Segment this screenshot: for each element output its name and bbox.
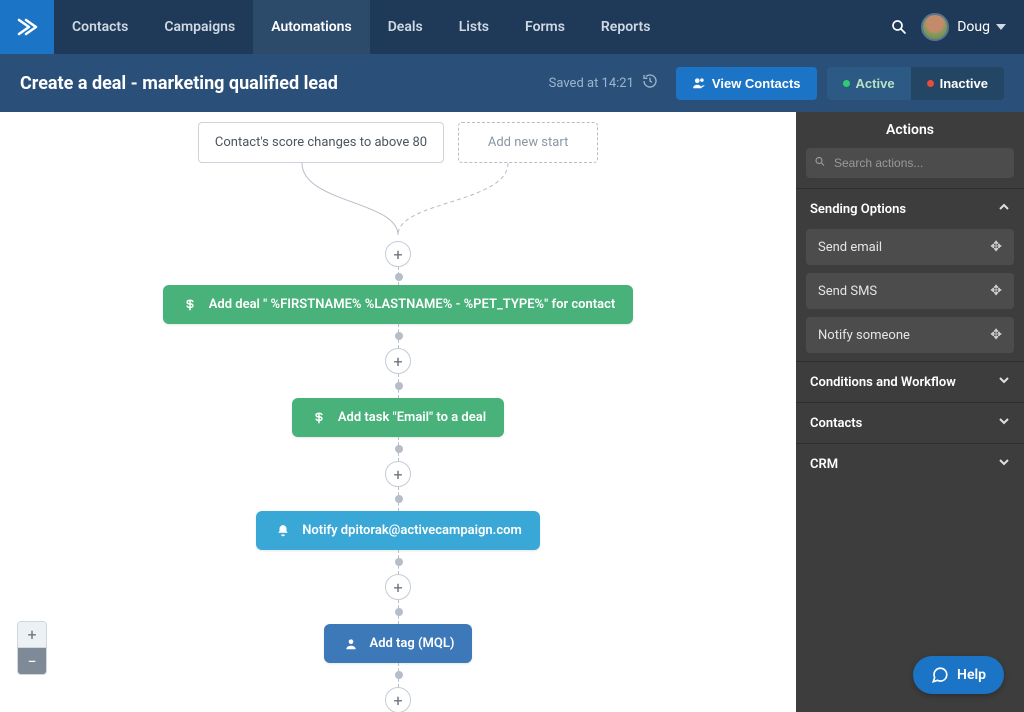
group-header-sending[interactable]: Sending Options	[796, 189, 1024, 229]
sidebar-group-contacts: Contacts	[796, 402, 1024, 443]
main: Contact's score changes to above 80 Add …	[0, 112, 1024, 712]
flow: Contact's score changes to above 80 Add …	[0, 112, 796, 712]
user-name[interactable]: Doug	[957, 19, 990, 35]
sidebar-title: Actions	[796, 112, 1024, 148]
top-nav: Contacts Campaigns Automations Deals Lis…	[0, 0, 1024, 54]
actions-sidebar: Actions Sending Options Send email ✥ Sen…	[796, 112, 1024, 712]
action-label: Send email	[818, 240, 882, 255]
step-add-tag[interactable]: Add tag (MQL)	[324, 624, 473, 663]
step-notify[interactable]: Notify dpitorak@activecampaign.com	[256, 511, 540, 550]
zoom-in-button[interactable]: +	[18, 622, 46, 648]
bell-icon	[274, 524, 292, 538]
add-step-button[interactable]: +	[385, 461, 411, 487]
chevron-down-icon	[998, 415, 1010, 431]
sidebar-group-crm: CRM	[796, 443, 1024, 484]
page-title: Create a deal - marketing qualified lead	[20, 73, 549, 94]
add-step-button[interactable]: +	[385, 241, 411, 267]
view-contacts-label: View Contacts	[712, 76, 801, 91]
chevron-up-icon	[998, 201, 1010, 217]
action-label: Send SMS	[818, 284, 877, 299]
triggers-row: Contact's score changes to above 80 Add …	[198, 122, 598, 163]
zoom-out-button[interactable]: −	[18, 648, 46, 674]
step-label: Add task "Email" to a deal	[338, 410, 486, 425]
sidebar-group-conditions: Conditions and Workflow	[796, 361, 1024, 402]
nav-contacts[interactable]: Contacts	[54, 0, 146, 54]
add-step-button[interactable]: +	[385, 687, 411, 712]
active-dot-icon	[843, 80, 850, 87]
inactive-dot-icon	[927, 80, 934, 87]
search-icon[interactable]	[877, 18, 921, 36]
add-step-button[interactable]: +	[385, 348, 411, 374]
contacts-icon	[692, 76, 706, 90]
search-icon	[814, 156, 826, 171]
add-step-button[interactable]: +	[385, 574, 411, 600]
nav-deals[interactable]: Deals	[370, 0, 441, 54]
help-button[interactable]: Help	[913, 656, 1004, 694]
search-input[interactable]	[806, 148, 1014, 178]
nav-campaigns[interactable]: Campaigns	[146, 0, 253, 54]
active-label: Active	[856, 76, 895, 91]
group-header-conditions[interactable]: Conditions and Workflow	[796, 362, 1024, 402]
drag-handle-icon[interactable]: ✥	[990, 283, 1002, 299]
user-menu-caret-icon[interactable]	[996, 22, 1006, 32]
step-label: Add tag (MQL)	[370, 636, 455, 651]
group-label: Conditions and Workflow	[810, 375, 956, 390]
chevron-down-icon	[998, 374, 1010, 390]
step-add-task[interactable]: Add task "Email" to a deal	[292, 398, 504, 437]
sidebar-search	[806, 148, 1014, 178]
group-label: Contacts	[810, 416, 862, 431]
step-label: Add deal " %FIRSTNAME% %LASTNAME% - %PET…	[209, 297, 616, 312]
add-trigger-button[interactable]: Add new start	[458, 122, 598, 163]
trigger-node[interactable]: Contact's score changes to above 80	[198, 122, 444, 163]
automation-canvas[interactable]: Contact's score changes to above 80 Add …	[0, 112, 796, 712]
drag-handle-icon[interactable]: ✥	[990, 327, 1002, 343]
nav-reports[interactable]: Reports	[583, 0, 669, 54]
saved-status: Saved at 14:21	[549, 76, 634, 91]
user-icon	[342, 637, 360, 651]
branch-connector	[208, 163, 588, 241]
action-send-sms[interactable]: Send SMS ✥	[806, 273, 1014, 309]
group-label: Sending Options	[810, 202, 906, 217]
chevron-down-icon	[998, 456, 1010, 472]
avatar[interactable]	[921, 13, 949, 41]
help-label: Help	[957, 667, 986, 683]
inactive-label: Inactive	[940, 76, 988, 91]
dollar-icon	[310, 411, 328, 425]
status-active-button[interactable]: Active	[827, 67, 911, 100]
nav-lists[interactable]: Lists	[441, 0, 507, 54]
app-logo[interactable]	[0, 0, 54, 54]
nav-items: Contacts Campaigns Automations Deals Lis…	[54, 0, 668, 54]
group-label: CRM	[810, 457, 838, 472]
history-icon[interactable]	[642, 73, 658, 93]
step-add-deal[interactable]: Add deal " %FIRSTNAME% %LASTNAME% - %PET…	[163, 285, 634, 324]
chat-icon	[931, 666, 949, 684]
group-header-crm[interactable]: CRM	[796, 444, 1024, 484]
nav-automations[interactable]: Automations	[253, 0, 370, 54]
step-label: Notify dpitorak@activecampaign.com	[302, 523, 522, 538]
dollar-icon	[181, 298, 199, 312]
view-contacts-button[interactable]: View Contacts	[676, 67, 817, 100]
action-label: Notify someone	[818, 328, 910, 343]
group-items: Send email ✥ Send SMS ✥ Notify someone ✥	[796, 229, 1024, 361]
action-send-email[interactable]: Send email ✥	[806, 229, 1014, 265]
nav-forms[interactable]: Forms	[507, 0, 583, 54]
status-inactive-button[interactable]: Inactive	[911, 67, 1004, 100]
action-notify-someone[interactable]: Notify someone ✥	[806, 317, 1014, 353]
sub-header: Create a deal - marketing qualified lead…	[0, 54, 1024, 112]
sidebar-group-sending: Sending Options Send email ✥ Send SMS ✥ …	[796, 188, 1024, 361]
drag-handle-icon[interactable]: ✥	[990, 239, 1002, 255]
logo-icon	[15, 15, 39, 39]
zoom-controls: + −	[18, 622, 46, 674]
group-header-contacts[interactable]: Contacts	[796, 403, 1024, 443]
